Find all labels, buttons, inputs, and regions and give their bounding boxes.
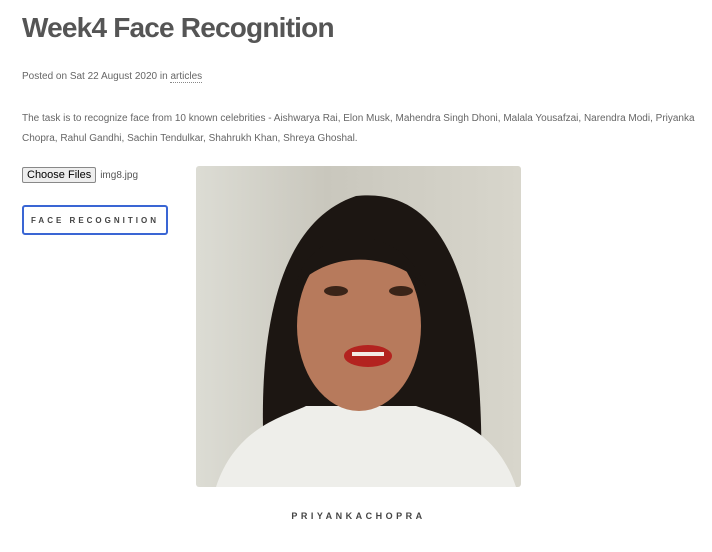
post-meta: Posted on Sat 22 August 2020 in articles	[22, 71, 203, 83]
recognition-result: PRIYANKACHOPRA	[291, 511, 426, 521]
page-title: Week4 Face Recognition	[22, 12, 335, 43]
face-recognition-button[interactable]: FACE RECOGNITION	[22, 205, 168, 235]
choose-files-button[interactable]: Choose Files	[22, 167, 97, 183]
uploaded-face-image	[196, 166, 521, 488]
category-link[interactable]: articles	[170, 71, 203, 83]
task-description: The task is to recognize face from 10 kn…	[22, 113, 695, 144]
selected-filename: img8.jpg	[100, 169, 139, 181]
posted-date: Posted on Sat 22 August 2020 in	[22, 71, 168, 82]
portrait-illustration	[216, 195, 516, 488]
file-input[interactable]: Choose Files img8.jpg	[22, 167, 138, 183]
